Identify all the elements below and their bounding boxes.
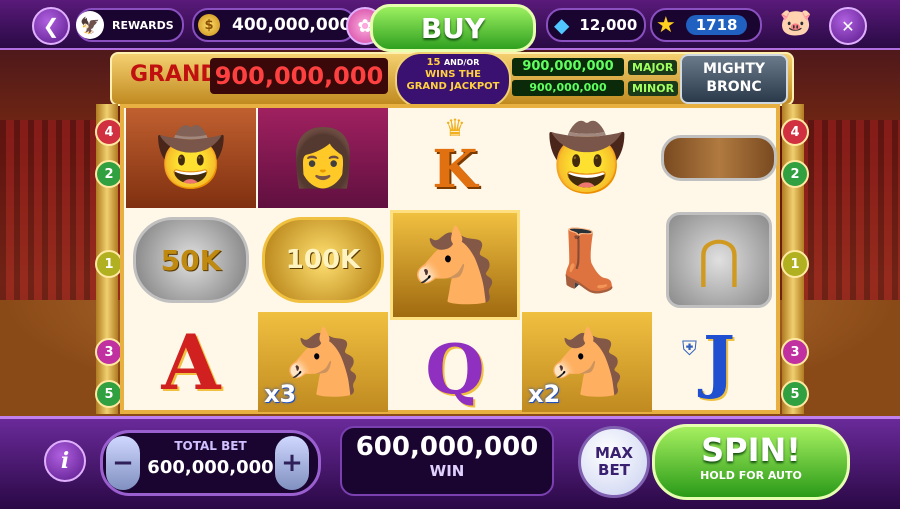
total-bet-panel: − TOTAL BET 600,000,000 +	[100, 430, 321, 496]
multiplier-x3: x3	[264, 380, 297, 408]
diamond-icon: ◆	[554, 13, 570, 37]
cowgirl-face-icon: 👩	[288, 126, 358, 191]
buckle-50k-label: 50K	[160, 243, 222, 277]
grand-label: GRAND	[130, 62, 219, 87]
win-display: 600,000,000 WIN	[340, 426, 554, 496]
symbol-letter-a: A	[126, 312, 256, 412]
buckle-100k-label: 100K	[285, 245, 361, 275]
promo-and-or: AND/OR	[443, 58, 480, 67]
major-label: MAJOR	[628, 60, 678, 75]
gem-balance[interactable]: ◆ 12,000	[546, 8, 646, 42]
max-bet-button[interactable]: MAX BET	[578, 426, 650, 498]
cowboy-hat-icon: 🤠	[547, 121, 627, 196]
star-balance-value: 1718	[685, 15, 748, 35]
eagle-icon: 🦅	[76, 11, 104, 39]
promo-line-1: WINS THE	[425, 69, 481, 80]
max-bet-line-1: MAX	[594, 444, 634, 462]
chevron-left-icon: ❮	[42, 14, 60, 38]
letter-j: J	[702, 322, 736, 402]
symbol-cowboy-boots: 👢	[522, 210, 652, 310]
max-bet-line-2: BET	[598, 461, 630, 479]
game-logo: MIGHTY BRONC	[680, 54, 788, 104]
crown-icon: ♛	[444, 114, 466, 142]
piggy-bank-icon: 🐷	[779, 8, 813, 38]
game-title-line-1: MIGHTY	[702, 61, 766, 77]
game-title-line-2: BRONC	[706, 79, 762, 95]
promo-count: 15	[426, 57, 441, 68]
win-value: 600,000,000	[355, 432, 539, 462]
payline-marker-left-5: 5	[95, 380, 123, 408]
payline-marker-right-5: 5	[781, 380, 809, 408]
grand-jackpot-promo: 15 AND/OR WINS THE GRAND JACKPOT	[395, 52, 511, 108]
cowboy-face-icon: 🤠	[156, 126, 226, 191]
payline-marker-left-2: 2	[95, 160, 123, 188]
symbol-cowgirl: 👩	[258, 108, 388, 208]
minor-label: MINOR	[628, 81, 679, 96]
multiplier-x2: x2	[528, 380, 561, 408]
symbol-letter-k: ♛ K	[390, 108, 520, 208]
letter-q: Q	[425, 330, 485, 410]
symbol-belt-buckle	[654, 108, 784, 208]
symbol-horse-x2: 🐴 x2	[522, 312, 652, 412]
symbol-100k-buckle: 100K	[258, 210, 388, 310]
buy-label: BUY	[420, 11, 486, 45]
info-button[interactable]: i	[44, 440, 86, 482]
horse-head-icon: 🐴	[410, 222, 500, 307]
payline-marker-left-3: 3	[95, 338, 123, 366]
payline-marker-right-3: 3	[781, 338, 809, 366]
coin-icon: $	[198, 14, 220, 36]
collapse-icon: ✕	[841, 16, 855, 36]
info-icon: i	[60, 448, 70, 474]
shield-icon: ⛨	[682, 336, 697, 360]
star-icon: ★	[656, 12, 676, 38]
belt-icon	[661, 135, 777, 181]
symbol-horse-x3: 🐴 x3	[258, 312, 388, 412]
payline-marker-left-1: 1	[95, 250, 123, 278]
increase-bet-button[interactable]: +	[275, 436, 309, 490]
back-button[interactable]: ❮	[32, 7, 70, 45]
menu-button[interactable]: ✕	[829, 7, 867, 45]
coin-balance[interactable]: $ 400,000,000	[192, 8, 356, 42]
boot-icon: 👢	[549, 225, 625, 296]
buy-button[interactable]: BUY	[370, 4, 536, 52]
rewards-label: REWARDS	[112, 18, 174, 32]
spin-sub-label: HOLD FOR AUTO	[700, 469, 802, 482]
gem-balance-value: 12,000	[579, 16, 638, 34]
letter-k: K	[432, 138, 478, 200]
rewards-button[interactable]: 🦅 REWARDS	[76, 8, 184, 42]
symbol-50k-buckle: 50K	[126, 210, 256, 310]
payline-marker-right-2: 2	[781, 160, 809, 188]
spin-button[interactable]: SPIN! HOLD FOR AUTO	[652, 424, 850, 500]
letter-a: A	[161, 317, 221, 407]
minor-jackpot-value: 900,000,000	[512, 80, 624, 96]
symbol-letter-j: ⛨ J	[654, 312, 784, 412]
symbol-cowboy-hat: 🤠	[522, 108, 652, 208]
total-bet-label: TOTAL BET	[174, 439, 247, 453]
spin-label: SPIN!	[701, 431, 801, 469]
payline-marker-right-1: 1	[781, 250, 809, 278]
minus-icon: −	[112, 448, 134, 478]
decrease-bet-button[interactable]: −	[106, 436, 140, 490]
symbol-letter-q: Q	[390, 322, 520, 418]
promo-line-2: GRAND JACKPOT	[406, 81, 500, 92]
payline-marker-right-4: 4	[781, 118, 809, 146]
win-label: WIN	[429, 462, 465, 480]
major-jackpot-value: 900,000,000	[512, 58, 624, 76]
horseshoe-icon: ⋂	[697, 230, 741, 290]
symbol-cowboy: 🤠	[126, 108, 256, 208]
coin-balance-value: 400,000,000	[232, 15, 352, 35]
reel-grid: 🤠 50K A 👩 100K 🐴 x3 ♛ K 🐴 Q 🤠 👢 🐴 x2 ⋂ ⛨…	[120, 104, 780, 414]
star-balance[interactable]: ★ 1718	[650, 8, 762, 42]
grand-jackpot-value: 900,000,000	[210, 58, 388, 94]
plus-icon: +	[281, 448, 303, 478]
payline-marker-left-4: 4	[95, 118, 123, 146]
total-bet-value: 600,000,000	[147, 457, 274, 478]
piggy-bank-button[interactable]: 🐷	[776, 8, 816, 40]
symbol-horse-wild: 🐴	[390, 210, 520, 320]
symbol-horseshoe-bronc: ⋂	[654, 210, 784, 310]
